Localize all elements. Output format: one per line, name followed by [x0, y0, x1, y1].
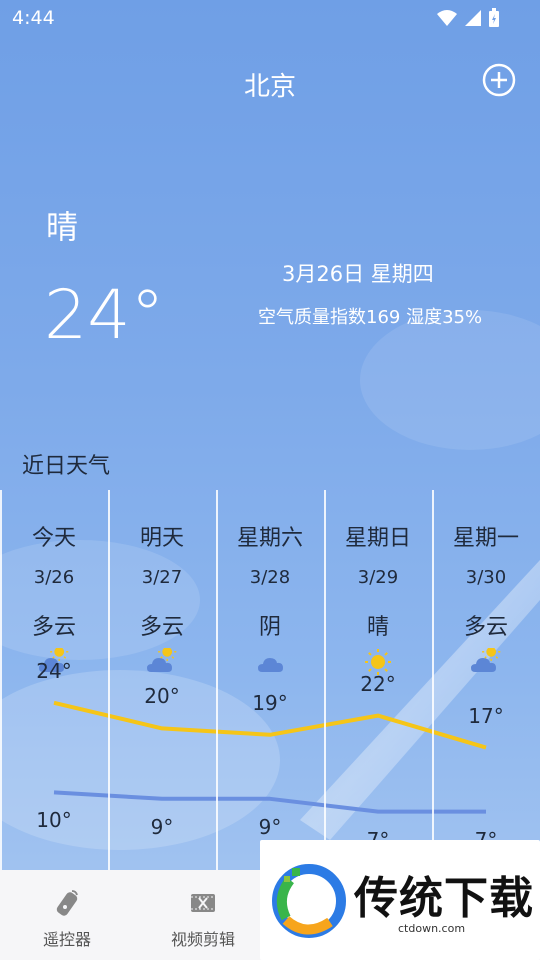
forecast-day: 星期一 3/30 多云: [432, 490, 540, 870]
tab-video-edit[interactable]: 视频剪辑: [138, 870, 268, 960]
forecast-date: 3/30: [465, 567, 507, 588]
battery-icon: [489, 8, 499, 27]
current-date: 3月26日 星期四: [282, 262, 434, 286]
current-condition: 晴: [46, 208, 79, 246]
forecast-date: 3/29: [357, 567, 399, 588]
high-temp-label: 17°: [468, 703, 504, 728]
forecast-date: 3/26: [33, 567, 75, 588]
forecast-day-name: 今天: [31, 526, 76, 551]
forecast-grid: 今天 3/26 多云 明天 3/27 多云 星期六 3/28 阴 星期日 3/29 晴 星期一 3/30 多…: [0, 490, 540, 870]
high-temp-label: 24°: [36, 658, 72, 683]
low-temp-label: 10°: [36, 808, 72, 833]
status-time: 4:44: [12, 7, 55, 29]
forecast-condition: 多云: [31, 615, 76, 640]
tab-remote-label: 遥控器: [42, 930, 91, 949]
cloud-icon: [258, 658, 283, 672]
forecast-day-name: 星期日: [344, 526, 411, 551]
watermark-url: ctdown.com: [398, 922, 466, 935]
remote-icon: [56, 890, 78, 916]
air-quality-humidity: 空气质量指数169 湿度35%: [258, 307, 483, 328]
high-temp-label: 20°: [144, 684, 180, 709]
tab-video-edit-label: 视频剪辑: [170, 930, 235, 949]
forecast-condition: 多云: [463, 615, 508, 640]
watermark-logo: 传统下载 ctdown.com: [260, 840, 540, 960]
forecast-day-name: 明天: [139, 526, 184, 551]
watermark-text: 传统下载: [354, 873, 534, 924]
high-temp-label: 22°: [360, 671, 396, 696]
tab-remote[interactable]: 遥控器: [2, 870, 132, 960]
forecast-date: 3/28: [249, 567, 291, 588]
partly-cloudy-icon: [147, 648, 177, 672]
high-temp-label: 19°: [252, 690, 288, 715]
forecast-day: 明天 3/27 多云: [108, 490, 216, 870]
status-icons: [436, 8, 500, 28]
forecast-condition: 晴: [366, 615, 389, 640]
status-bar: 4:44: [0, 0, 540, 36]
partly-cloudy-icon: [471, 648, 501, 672]
forecast-condition: 多云: [139, 615, 184, 640]
add-city-button[interactable]: [482, 63, 516, 97]
video-edit-icon: [191, 894, 215, 912]
forecast-date: 3/27: [141, 567, 183, 588]
watermark-logo-icon: [272, 864, 346, 938]
city-title: 北京: [243, 72, 296, 102]
low-temp-label: 9°: [258, 814, 282, 839]
current-temperature: 24°: [44, 276, 165, 355]
forecast-day-name: 星期六: [236, 526, 303, 551]
wifi-icon: [437, 10, 457, 26]
forecast-title: 近日天气: [22, 454, 111, 479]
forecast-day: 星期六 3/28 阴: [216, 490, 324, 870]
forecast-day-name: 星期一: [452, 526, 519, 551]
low-temp-label: 9°: [150, 814, 174, 839]
forecast-condition: 阴: [258, 615, 281, 640]
signal-icon: [465, 10, 481, 26]
